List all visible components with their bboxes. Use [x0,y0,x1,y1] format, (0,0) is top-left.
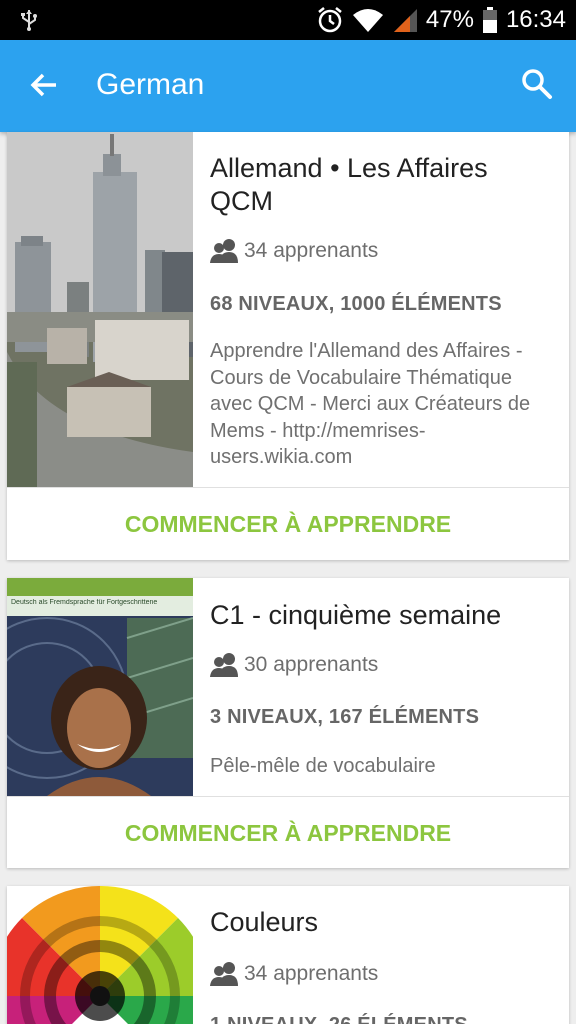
learner-count: 34 apprenants [210,238,378,264]
learner-count-text: 34 apprenants [244,962,379,985]
levels-count: 3 NIVEAUX, 167 ÉLÉMENTS [210,706,480,728]
search-icon[interactable] [520,67,554,101]
course-description: Apprendre l'Allemand des Affaires - Cour… [210,340,531,468]
wifi-icon [352,9,383,32]
learner-count-text: 34 apprenants [244,239,379,262]
course-title[interactable]: C1 - cinquième semaine [210,599,549,632]
users-icon [210,962,238,986]
arrow-left-icon[interactable] [28,68,62,102]
start-learning-button[interactable]: COMMENCER À APPRENDRE [7,488,569,560]
course-card: Couleurs 34 apprenants 1 NIVEAUX, 26 ÉLÉ… [7,886,569,1024]
learner-count: 30 apprenants [210,652,378,678]
app-bar: German [0,40,576,132]
start-learning-button[interactable]: COMMENCER À APPRENDRE [7,797,569,869]
alarm-icon [318,7,342,33]
users-icon [210,653,238,677]
usb-icon [21,10,37,31]
clock: 16:34 [505,6,566,33]
course-title[interactable]: Allemand • Les Affaires QCM [210,152,549,218]
course-thumbnail-frankfurt-skyline [7,132,193,487]
levels-count: 1 NIVEAUX, 26 ÉLÉMENTS [210,1014,549,1024]
course-card: Allemand • Les Affaires QCM 34 apprenant… [7,132,569,560]
learner-count: 34 apprenants [210,961,378,987]
course-description: Pêle-mêle de vocabulaire [210,755,436,777]
battery-percentage: 47% [425,6,474,33]
page-title: German [96,68,205,101]
battery-icon [482,7,497,33]
signal-icon [393,9,417,32]
course-title[interactable]: Couleurs [210,906,549,939]
status-bar: 47% 16:34 [0,0,576,40]
course-thumbnail-color-wheel [7,886,193,1024]
learner-count-text: 30 apprenants [244,653,379,676]
book-cover-caption: Deutsch als Fremdsprache für Fortgeschri… [11,599,158,606]
course-thumbnail-book-cover: Deutsch als Fremdsprache für Fortgeschri… [7,578,193,796]
levels-count: 68 NIVEAUX, 1000 ÉLÉMENTS [210,293,502,315]
course-card: Deutsch als Fremdsprache für Fortgeschri… [7,578,569,868]
users-icon [210,239,238,263]
